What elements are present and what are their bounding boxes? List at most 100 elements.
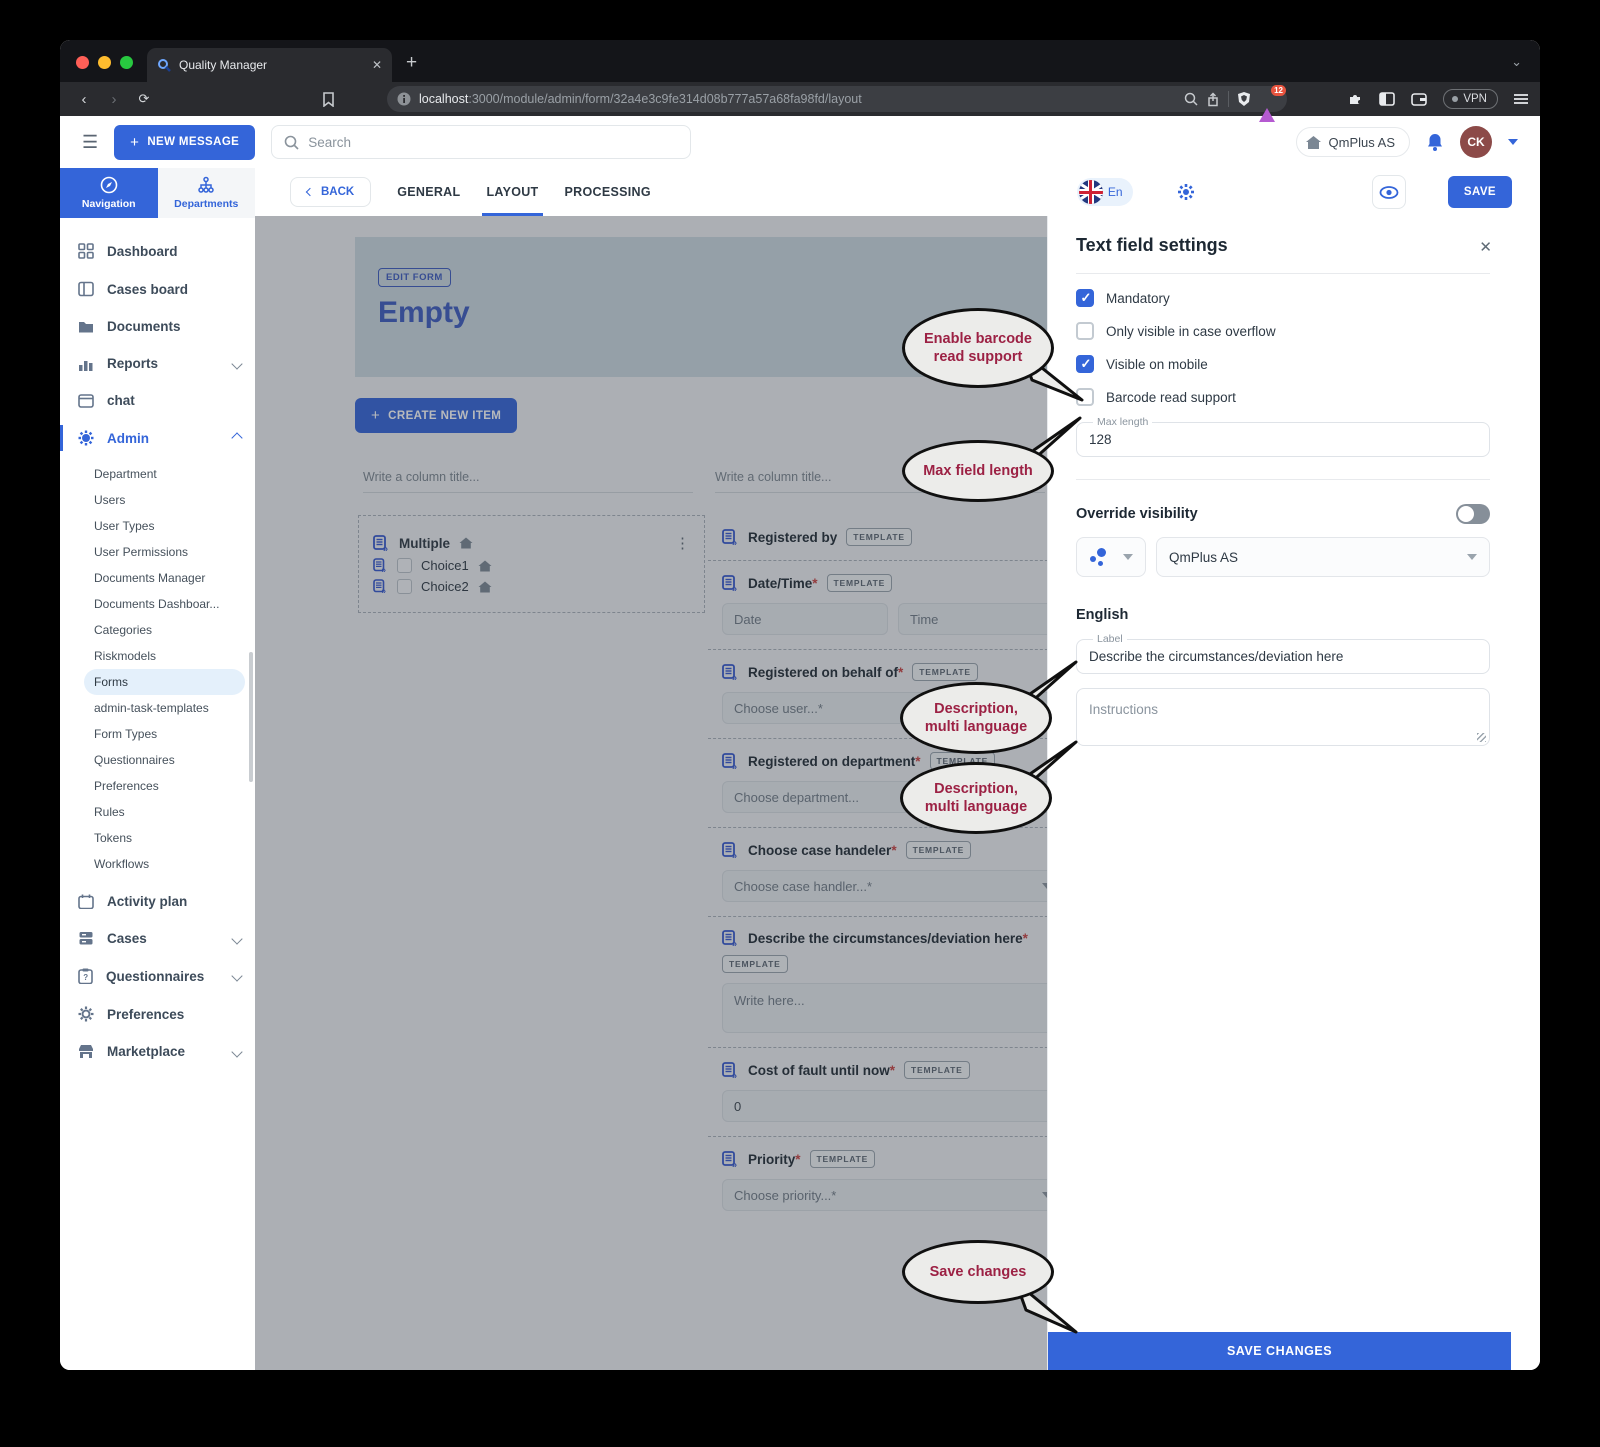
tab-close-icon[interactable]: ✕ xyxy=(372,58,382,72)
time-input[interactable]: Time xyxy=(898,603,1047,635)
sidebar-item-preferences[interactable]: Preferences xyxy=(60,995,255,1033)
sidebar-item-questionnaires[interactable]: ? Questionnaires xyxy=(60,957,255,995)
back-nav-icon[interactable]: ‹ xyxy=(72,91,96,108)
language-selector[interactable]: En xyxy=(1076,178,1133,206)
sidebar-tab-departments[interactable]: Departments xyxy=(157,168,255,218)
sidebar-subitem-rules[interactable]: Rules xyxy=(60,799,255,825)
org-visibility-select[interactable]: QmPlus AS xyxy=(1156,537,1490,577)
instructions-textarea[interactable]: Instructions xyxy=(1076,688,1490,746)
choice-row[interactable]: » Choice1 xyxy=(373,558,690,573)
barcode-read-support-checkbox-row[interactable]: Barcode read support xyxy=(1076,388,1490,406)
extension-badge-icon[interactable]: 12 xyxy=(1259,85,1286,122)
search-input[interactable]: Search xyxy=(271,125,692,159)
sidebar-subitem-admin-task-templates[interactable]: admin-task-templates xyxy=(60,695,255,721)
sidebar-scrollbar[interactable] xyxy=(249,652,253,782)
form-settings-gear-icon[interactable] xyxy=(1177,183,1195,201)
case-handler-select[interactable]: Choose case handler...* xyxy=(722,870,1047,902)
max-length-value[interactable]: 128 xyxy=(1089,430,1477,447)
sidebar-item-documents[interactable]: Documents xyxy=(60,308,255,345)
create-new-item-button[interactable]: + CREATE NEW ITEM xyxy=(355,398,518,433)
sidebar-subitem-riskmodels[interactable]: Riskmodels xyxy=(60,643,255,669)
case-overflow-checkbox-row[interactable]: Only visible in case overflow xyxy=(1076,322,1490,340)
checkbox[interactable] xyxy=(1076,322,1094,340)
sidebar-subitem-forms[interactable]: Forms xyxy=(84,669,245,695)
brave-shield-icon[interactable] xyxy=(1237,91,1251,107)
date-input[interactable]: Date xyxy=(722,603,888,635)
checkbox[interactable] xyxy=(1076,289,1094,307)
sidebar-subitem-tokens[interactable]: Tokens xyxy=(60,825,255,851)
window-controls[interactable] xyxy=(60,56,147,82)
user-avatar[interactable]: CK xyxy=(1460,126,1492,158)
new-message-button[interactable]: + NEW MESSAGE xyxy=(114,124,256,160)
cost-input[interactable]: 0 xyxy=(722,1090,1047,1122)
item-menu-kebab-icon[interactable]: ⋮ xyxy=(675,534,690,552)
browser-tab[interactable]: Quality Manager ✕ xyxy=(147,48,392,82)
column-title-input[interactable]: Write a column title... xyxy=(363,470,693,493)
visibility-type-select[interactable] xyxy=(1076,537,1146,577)
close-window-button[interactable] xyxy=(76,56,89,69)
preview-button[interactable] xyxy=(1371,175,1406,209)
write-here-textarea[interactable]: Write here... xyxy=(722,983,1047,1033)
sidebar-subitem-users[interactable]: Users xyxy=(60,487,255,513)
sidebar-subitem-form-types[interactable]: Form Types xyxy=(60,721,255,747)
choice-checkbox[interactable] xyxy=(397,558,412,573)
sidebar-subitem-user-permissions[interactable]: User Permissions xyxy=(60,539,255,565)
form-item-priority[interactable]: » Priority* TEMPLATE ⋮ Choose priority..… xyxy=(708,1136,1047,1225)
share-icon[interactable] xyxy=(1206,91,1220,107)
sidebar-item-cases[interactable]: Cases xyxy=(60,920,255,957)
zoom-page-icon[interactable] xyxy=(1184,92,1198,106)
forward-nav-icon[interactable]: › xyxy=(102,91,126,108)
form-item-case-handler[interactable]: » Choose case handeler* TEMPLATE ⋮ Choos… xyxy=(708,827,1047,916)
sidebar-item-admin[interactable]: Admin xyxy=(60,419,255,457)
sidebar-item-chat[interactable]: chat xyxy=(60,382,255,419)
tab-general[interactable]: GENERAL xyxy=(397,168,460,216)
choice-row[interactable]: » Choice2 xyxy=(373,579,690,594)
form-item-multiple[interactable]: » Multiple ⋮ » Choice1 » Choice2 xyxy=(358,515,705,613)
visible-on-mobile-checkbox-row[interactable]: Visible on mobile xyxy=(1076,355,1490,373)
sidebar-item-activity-plan[interactable]: Activity plan xyxy=(60,883,255,920)
extensions-puzzle-icon[interactable] xyxy=(1347,91,1363,107)
sidebar-item-dashboard[interactable]: Dashboard xyxy=(60,232,255,270)
label-field-value[interactable]: Describe the circumstances/deviation her… xyxy=(1089,647,1477,664)
sidebar-subitem-documents-dashboard[interactable]: Documents Dashboar... xyxy=(60,591,255,617)
site-info-icon[interactable] xyxy=(397,92,411,106)
reload-icon[interactable]: ⟳ xyxy=(132,91,156,107)
priority-select[interactable]: Choose priority...* xyxy=(722,1179,1047,1211)
tab-layout[interactable]: LAYOUT xyxy=(482,168,543,216)
override-visibility-toggle[interactable] xyxy=(1456,504,1490,524)
user-menu-caret-icon[interactable] xyxy=(1508,139,1518,145)
vpn-button[interactable]: VPN xyxy=(1443,89,1498,109)
tab-search-chevron-icon[interactable]: ⌄ xyxy=(1511,54,1522,70)
sidebar-item-marketplace[interactable]: Marketplace xyxy=(60,1033,255,1070)
sidebar-subitem-questionnaires[interactable]: Questionnaires xyxy=(60,747,255,773)
form-item-registered-by[interactable]: » Registered by TEMPLATE ⋮ xyxy=(708,515,1047,560)
close-panel-icon[interactable]: ✕ xyxy=(1479,238,1492,256)
org-selector[interactable]: QmPlus AS xyxy=(1295,127,1410,157)
sidebar-subitem-categories[interactable]: Categories xyxy=(60,617,255,643)
bookmark-icon[interactable] xyxy=(322,91,335,107)
app-menu-icon[interactable]: ☰ xyxy=(82,132,98,153)
form-item-date-time[interactable]: » Date/Time* TEMPLATE ⋮ Date Time xyxy=(708,560,1047,649)
save-button[interactable]: SAVE xyxy=(1447,176,1512,208)
notifications-bell-icon[interactable] xyxy=(1426,132,1444,152)
sidebar-subitem-workflows[interactable]: Workflows xyxy=(60,851,255,877)
url-text[interactable]: localhost:3000/module/admin/form/32a4e3c… xyxy=(419,92,1176,106)
sidebar-item-cases-board[interactable]: Cases board xyxy=(60,270,255,308)
sidebar-tab-navigation[interactable]: Navigation xyxy=(60,168,158,218)
form-item-describe-circumstances[interactable]: » Describe the circumstances/deviation h… xyxy=(708,916,1047,1047)
save-changes-button[interactable]: SAVE CHANGES xyxy=(1048,1332,1511,1370)
wallet-icon[interactable] xyxy=(1411,92,1428,106)
max-length-field[interactable]: Max length 128 xyxy=(1076,416,1490,457)
sidebar-subitem-department[interactable]: Department xyxy=(60,461,255,487)
sidebar-subitem-user-types[interactable]: User Types xyxy=(60,513,255,539)
new-tab-button[interactable]: + xyxy=(406,52,417,74)
label-field[interactable]: Label Describe the circumstances/deviati… xyxy=(1076,633,1490,674)
maximize-window-button[interactable] xyxy=(120,56,133,69)
back-button[interactable]: BACK xyxy=(290,177,372,207)
minimize-window-button[interactable] xyxy=(98,56,111,69)
tab-processing[interactable]: PROCESSING xyxy=(565,168,651,216)
mandatory-checkbox-row[interactable]: Mandatory xyxy=(1076,289,1490,307)
choice-checkbox[interactable] xyxy=(397,579,412,594)
sidebar-item-reports[interactable]: Reports xyxy=(60,345,255,382)
browser-menu-icon[interactable] xyxy=(1514,93,1528,105)
